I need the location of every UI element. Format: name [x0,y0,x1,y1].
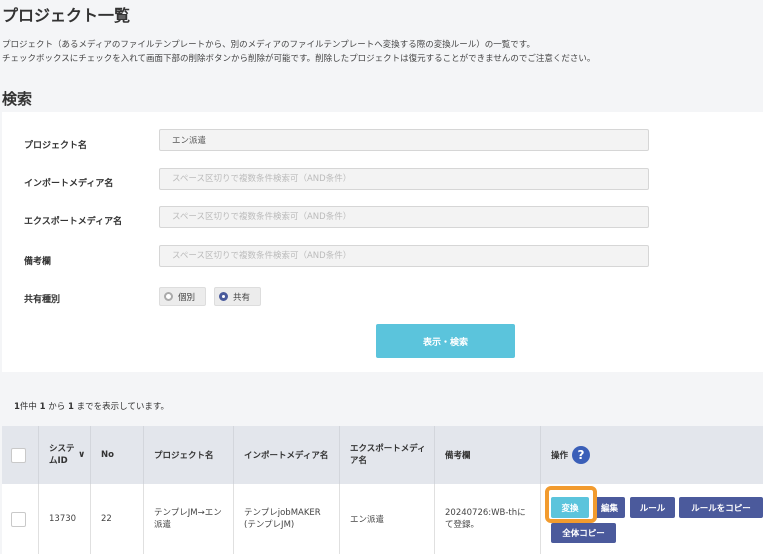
results-from: 1 [39,402,46,412]
radio-unchecked-icon [164,292,173,301]
copy-rule-button[interactable]: ルールをコピー [679,497,763,518]
header-project-name: プロジェクト名 [144,426,234,484]
page-description-1: プロジェクト（あるメディアのファイルテンプレートから、別のメディアのファイルテン… [2,40,535,50]
chevron-down-icon: ∨ [78,450,86,460]
header-system-id[interactable]: システムID ∨ [39,426,91,484]
page-title: プロジェクト一覧 [2,6,131,25]
copy-all-button[interactable]: 全体コピー [551,523,616,543]
results-count-mid2: までを表示しています。 [76,402,170,412]
select-all-checkbox[interactable] [11,447,26,463]
project-name-label: プロジェクト名 [24,141,88,151]
cell-system-id: 13730 [39,484,91,554]
notes-label: 備考欄 [24,257,52,267]
share-type-label: 共有種別 [24,295,61,305]
results-count-prefix: 件中 [19,402,37,412]
export-media-label: エクスポートメディア名 [24,217,123,227]
import-media-input[interactable] [159,168,649,190]
cell-notes-text: 20240726:WB-thにて登録。 [445,508,526,530]
header-system-id-label: システムID [49,444,75,466]
share-option-label: 共有 [233,292,251,303]
share-radio-shared[interactable]: 共有 [214,287,261,306]
cell-import-media-text: テンプレjobMAKER(テンプレJM) [244,508,321,530]
search-submit-button[interactable]: 表示・検索 [376,324,515,358]
results-to: 1 [67,402,74,412]
cell-project-name-text: テンプレJM→エン派遣 [154,508,222,530]
header-notes: 備考欄 [435,426,541,484]
results-count-mid1: から [48,402,66,412]
import-media-label: インポートメディア名 [24,179,114,189]
header-import-media: インポートメディア名 [234,426,340,484]
export-media-input[interactable] [159,206,649,228]
row-select-cell [2,484,39,554]
edit-button[interactable]: 編集 [594,497,625,518]
rule-button[interactable]: ルール [630,497,675,518]
results-count: 1件中 1 から 1 までを表示しています。 [14,400,169,412]
cell-notes: 20240726:WB-thにて登録。 [435,484,541,554]
header-export-media-label: エクスポートメディア名 [350,444,426,466]
share-radio-individual[interactable]: 個別 [159,287,206,306]
notes-input[interactable] [159,245,649,267]
cell-project-name: テンプレJM→エン派遣 [144,484,234,554]
cell-no: 22 [91,484,144,554]
cell-import-media: テンプレjobMAKER(テンプレJM) [234,484,340,554]
header-operations: 操作 ? [541,426,763,484]
table-row: 13730 22 テンプレJM→エン派遣 テンプレjobMAKER(テンプレJM… [2,484,763,554]
header-operations-label: 操作 [551,451,569,461]
select-all-cell [2,426,39,484]
search-title: 検索 [2,90,33,108]
highlight-outline [545,486,597,523]
table-header: システムID ∨ No プロジェクト名 インポートメディア名 エクスポートメディ… [2,426,763,484]
header-no: No [91,426,144,484]
row-checkbox[interactable] [11,511,26,527]
header-export-media: エクスポートメディア名 [340,426,435,484]
radio-checked-icon [219,292,228,301]
help-icon[interactable]: ? [572,446,591,464]
share-option-label: 個別 [178,292,196,303]
cell-export-media: エン派遣 [340,484,435,554]
project-name-input[interactable] [159,129,649,151]
page-description-2: チェックボックスにチェックを入れて画面下部の削除ボタンから削除が可能です。削除し… [2,54,596,64]
